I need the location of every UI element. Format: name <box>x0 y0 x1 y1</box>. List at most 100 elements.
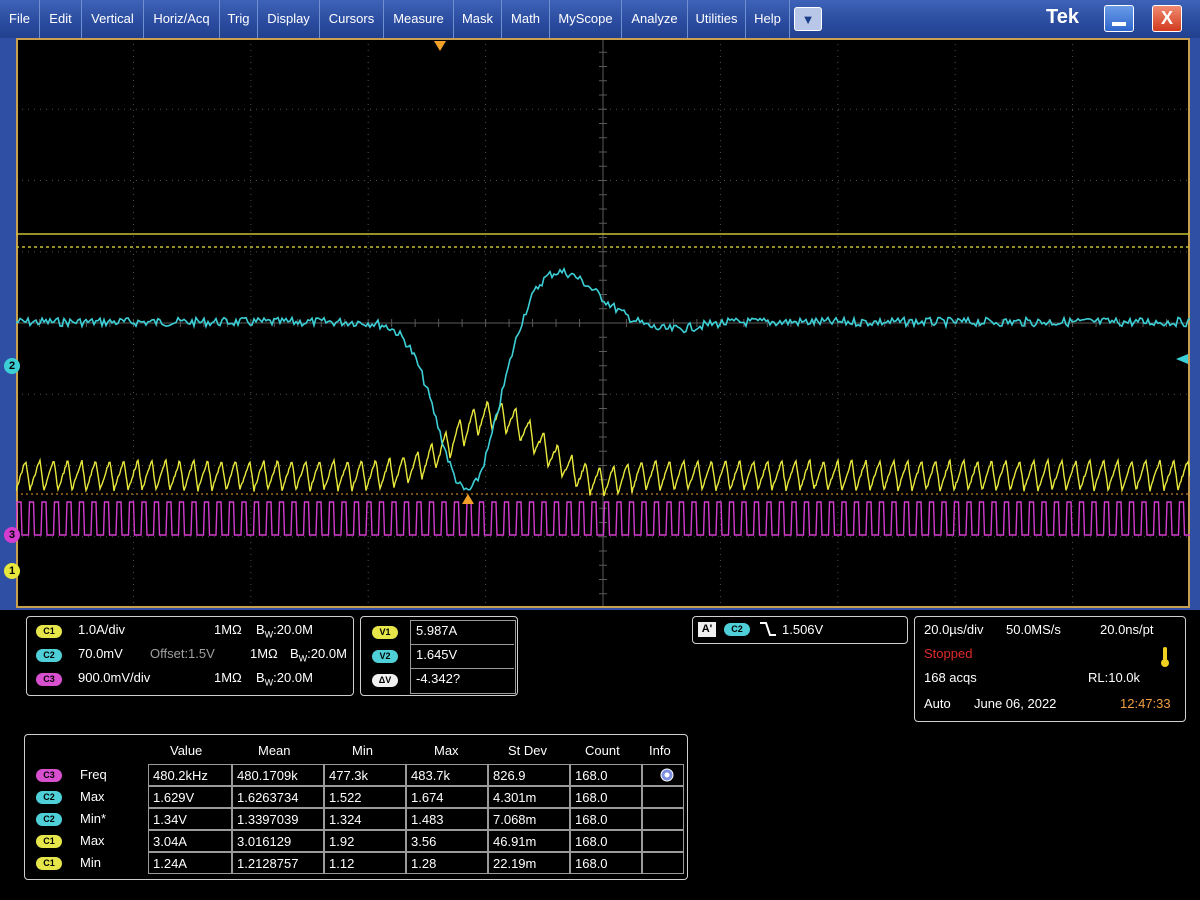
horizontal-scale: 20.0µs/div <box>924 622 984 637</box>
column-header-max: Max <box>434 743 459 758</box>
measurement-source-badge: C1 <box>36 857 62 870</box>
trigger-channel-badge: C2 <box>724 623 750 636</box>
measurement-source-badge: C1 <box>36 835 62 848</box>
acquisition-state[interactable]: Stopped <box>924 646 972 661</box>
menu-cursors[interactable]: Cursors <box>320 0 384 38</box>
ch3-scale[interactable]: 900.0mV/div <box>78 670 150 685</box>
measurement-cell: 1.28 <box>406 852 488 874</box>
measurement-source-badge: C2 <box>36 813 62 826</box>
ch2-scale[interactable]: 70.0mV <box>78 646 123 661</box>
menu-measure[interactable]: Measure <box>384 0 454 38</box>
menu-horiz-acq[interactable]: Horiz/Acq <box>144 0 220 38</box>
ch1-marker-icon[interactable]: 1 <box>4 563 20 579</box>
ch3-marker-icon[interactable]: 3 <box>4 527 20 543</box>
trigger-level: 1.506V <box>782 622 824 637</box>
acquisition-date: June 06, 2022 <box>974 696 1057 711</box>
measurement-cell: 3.016129 <box>232 830 324 852</box>
measurement-name[interactable]: Max <box>80 789 105 804</box>
divider <box>410 668 514 669</box>
measurement-cell: 3.04A <box>148 830 232 852</box>
v1-badge: V1 <box>372 626 398 639</box>
measurement-cell: 7.068m <box>488 808 570 830</box>
column-header-value: Value <box>170 743 203 758</box>
measurement-cell: 168.0 <box>570 764 642 786</box>
ch1-bandwidth: BW:20.0M <box>256 622 313 640</box>
measurement-cell: 826.9 <box>488 764 570 786</box>
column-header-info: Info <box>649 743 671 758</box>
v2-badge: V2 <box>372 650 398 663</box>
measurement-cell: 1.522 <box>324 786 406 808</box>
column-header-stdev: St Dev <box>508 743 548 758</box>
measurement-cell: 168.0 <box>570 808 642 830</box>
measurement-cell <box>642 830 684 852</box>
measurement-cell: 4.301m <box>488 786 570 808</box>
divider <box>410 644 514 645</box>
measurement-name[interactable]: Min* <box>80 811 106 826</box>
acquisition-time: 12:47:33 <box>1120 696 1171 711</box>
menu-mask[interactable]: Mask <box>454 0 502 38</box>
measurement-cell: 1.6263734 <box>232 786 324 808</box>
measurement-cell: 1.24A <box>148 852 232 874</box>
measurement-cell: 22.19m <box>488 852 570 874</box>
measurement-source-badge: C2 <box>36 791 62 804</box>
menu-vertical[interactable]: Vertical <box>82 0 144 38</box>
measurement-cell: 1.483 <box>406 808 488 830</box>
time-per-point: 20.0ns/pt <box>1100 622 1154 637</box>
measurement-cell <box>642 786 684 808</box>
menu-myscope[interactable]: MyScope <box>550 0 622 38</box>
measurement-name[interactable]: Freq <box>80 767 107 782</box>
measurement-cell: 168.0 <box>570 830 642 852</box>
ch3-bandwidth: BW:20.0M <box>256 670 313 688</box>
sample-rate: 50.0MS/s <box>1006 622 1061 637</box>
measurement-cell: 477.3k <box>324 764 406 786</box>
measurement-cell <box>642 808 684 830</box>
measurement-cell: 1.629V <box>148 786 232 808</box>
ch1-impedance: 1MΩ <box>214 622 242 637</box>
waveform-frame: 2 3 1 <box>0 38 1200 610</box>
minimize-icon[interactable] <box>1104 5 1134 32</box>
measurement-cell: 46.91m <box>488 830 570 852</box>
menu-display[interactable]: Display <box>258 0 320 38</box>
acquisition-count: 168 acqs <box>924 670 977 685</box>
ch2-offset: Offset:1.5V <box>150 646 215 661</box>
measurement-name[interactable]: Max <box>80 833 105 848</box>
ch2-marker-icon[interactable]: 2 <box>4 358 20 374</box>
trigger-mode: Auto <box>924 696 951 711</box>
menu-edit[interactable]: Edit <box>40 0 82 38</box>
column-header-count: Count <box>585 743 620 758</box>
ch2-bandwidth: BW:20.0M <box>290 646 347 664</box>
menu-trig[interactable]: Trig <box>220 0 258 38</box>
brand-logo: Tek <box>1046 6 1079 28</box>
measurement-cell: 1.2128757 <box>232 852 324 874</box>
measurement-cell: 168.0 <box>570 786 642 808</box>
menu-analyze[interactable]: Analyze <box>622 0 688 38</box>
delta-v-badge: ΔV <box>372 674 398 687</box>
ch2-badge[interactable]: C2 <box>36 649 62 662</box>
waveform-display[interactable] <box>16 38 1190 608</box>
menu-bar: File Edit Vertical Horiz/Acq Trig Displa… <box>0 0 1200 38</box>
menu-help[interactable]: Help <box>746 0 790 38</box>
measurement-name[interactable]: Min <box>80 855 101 870</box>
measurement-cell: 1.3397039 <box>232 808 324 830</box>
ch2-impedance: 1MΩ <box>250 646 278 661</box>
measurement-cell: 480.2kHz <box>148 764 232 786</box>
info-icon[interactable] <box>660 768 674 782</box>
menu-file[interactable]: File <box>0 0 40 38</box>
cursor-delta-value: -4.342? <box>416 671 461 686</box>
measurement-cell: 1.324 <box>324 808 406 830</box>
ch1-scale[interactable]: 1.0A/div <box>78 622 125 637</box>
measurement-cell <box>642 852 684 874</box>
close-icon[interactable]: X <box>1152 5 1182 32</box>
ch3-badge[interactable]: C3 <box>36 673 62 686</box>
menu-utilities[interactable]: Utilities <box>688 0 746 38</box>
chevron-down-icon[interactable]: ▼ <box>794 7 822 31</box>
ch3-impedance: 1MΩ <box>214 670 242 685</box>
measurement-cell: 480.1709k <box>232 764 324 786</box>
measurement-cell: 1.674 <box>406 786 488 808</box>
menu-math[interactable]: Math <box>502 0 550 38</box>
measurement-cell: 168.0 <box>570 852 642 874</box>
thermometer-icon <box>1161 647 1169 667</box>
ch1-badge[interactable]: C1 <box>36 625 62 638</box>
cursor-v2-value: 1.645V <box>416 647 458 662</box>
measurement-cell: 483.7k <box>406 764 488 786</box>
